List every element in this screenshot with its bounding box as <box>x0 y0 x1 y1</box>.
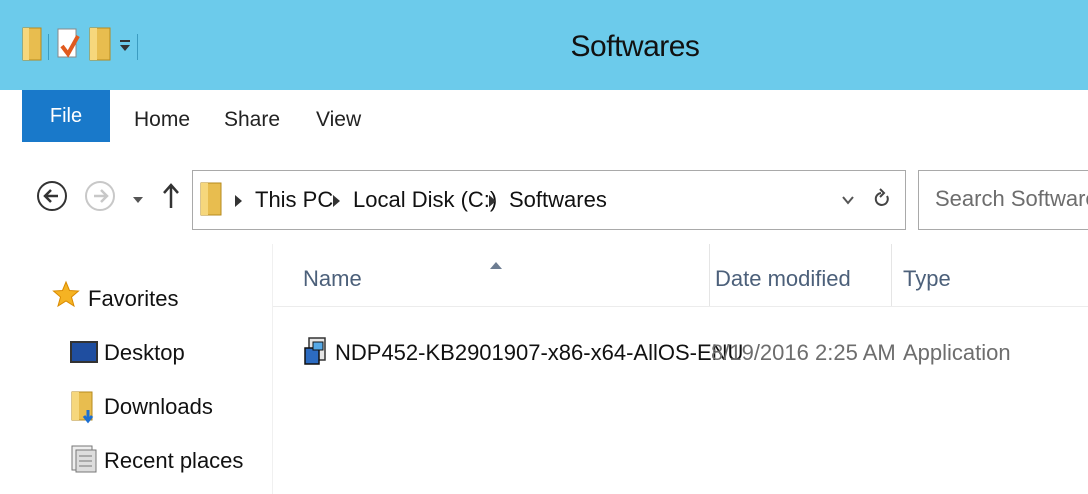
star-icon <box>52 280 80 313</box>
address-dropdown-icon[interactable] <box>841 193 855 211</box>
file-list: Name Date modified Type NDP452-KB2901907… <box>272 244 1088 494</box>
breadcrumb-softwares[interactable]: Softwares <box>509 187 607 213</box>
refresh-icon[interactable] <box>873 187 891 216</box>
column-header-label: Type <box>903 266 951 291</box>
recent-locations-dropdown[interactable] <box>132 192 144 210</box>
column-header-date-modified[interactable]: Date modified <box>709 244 892 306</box>
breadcrumb-separator-icon[interactable] <box>489 195 496 207</box>
nav-item-downloads[interactable]: Downloads <box>104 394 213 420</box>
downloads-folder-icon <box>70 390 96 429</box>
forward-button[interactable] <box>84 180 116 217</box>
desktop-icon <box>70 340 98 371</box>
column-header-label: Date modified <box>715 266 851 291</box>
window-title: Softwares <box>570 30 700 63</box>
customize-toolbar-icon[interactable] <box>119 34 131 59</box>
sort-ascending-icon <box>489 250 503 276</box>
address-bar[interactable]: This PC Local Disk (C:) Softwares <box>192 170 906 230</box>
up-arrow-icon[interactable] <box>162 182 180 215</box>
search-input[interactable]: Search Softwares <box>935 186 1088 212</box>
file-date-modified: 8/19/2016 2:25 AM <box>711 340 896 365</box>
tab-file[interactable]: File <box>22 90 110 142</box>
properties-icon[interactable] <box>55 26 81 67</box>
breadcrumb-separator-icon[interactable] <box>333 195 340 207</box>
recent-places-icon <box>70 444 98 479</box>
tab-share[interactable]: Share <box>224 108 280 132</box>
nav-item-desktop[interactable]: Desktop <box>104 340 185 366</box>
back-button[interactable] <box>36 180 68 217</box>
search-box[interactable]: Search Softwares <box>918 170 1088 230</box>
ribbon: File Home Share View <box>0 90 1088 153</box>
header-divider <box>273 306 1088 307</box>
favorites-header[interactable]: Favorites <box>88 286 178 312</box>
column-header-label: Name <box>303 266 362 291</box>
breadcrumb-separator-icon[interactable] <box>235 195 242 207</box>
navigation-bar: This PC Local Disk (C:) Softwares Search… <box>0 152 1088 244</box>
folder-icon <box>199 181 223 222</box>
new-folder-icon[interactable] <box>89 26 111 67</box>
column-header-type[interactable]: Type <box>891 244 1088 306</box>
column-header-name[interactable]: Name <box>273 244 710 306</box>
folder-icon[interactable] <box>22 26 42 67</box>
navigation-pane: Favorites Desktop Downloads Recent place… <box>0 244 272 494</box>
quick-access-toolbar <box>22 26 144 67</box>
tab-view[interactable]: View <box>316 108 361 132</box>
nav-item-recent-places[interactable]: Recent places <box>104 448 243 474</box>
breadcrumb-this-pc[interactable]: This PC <box>255 187 333 213</box>
installer-icon <box>303 336 329 373</box>
tab-home[interactable]: Home <box>134 108 190 132</box>
file-type: Application <box>903 340 1011 365</box>
file-name[interactable]: NDP452-KB2901907-x86-x64-AllOS-ENU <box>335 340 743 366</box>
title-bar: Softwares <box>0 0 1088 90</box>
breadcrumb-local-disk[interactable]: Local Disk (C:) <box>353 187 497 213</box>
